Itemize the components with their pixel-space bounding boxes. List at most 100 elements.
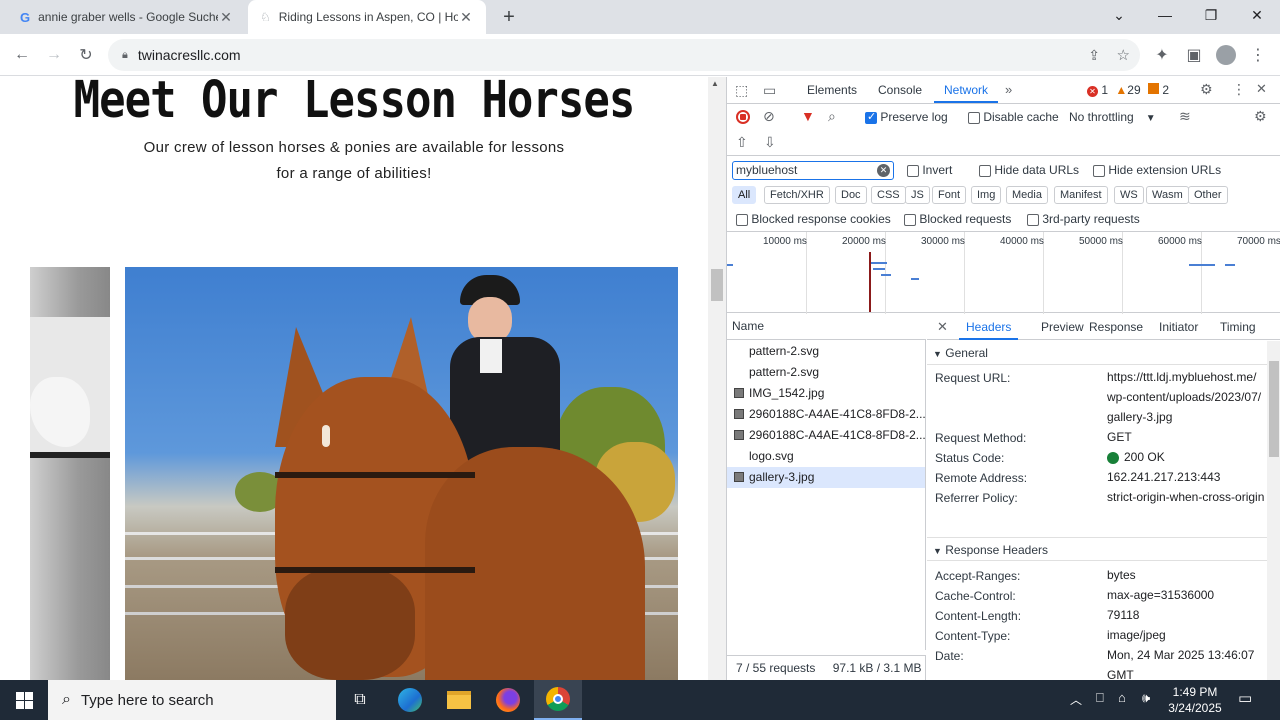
settings-gear-icon[interactable]: ⚙ xyxy=(1200,81,1213,98)
blocked-requests-checkbox[interactable]: Blocked requests xyxy=(904,212,1011,226)
general-section-header[interactable]: ▼ General xyxy=(927,341,1267,365)
type-filter-font[interactable]: Font xyxy=(932,186,967,204)
more-tabs-icon[interactable]: » xyxy=(1005,82,1012,97)
new-tab-icon[interactable]: + xyxy=(497,5,521,29)
detail-scrollbar[interactable] xyxy=(1267,341,1280,680)
chrome-icon[interactable] xyxy=(534,680,582,720)
hide-extension-urls-checkbox[interactable]: Hide extension URLs xyxy=(1093,163,1221,177)
close-devtools-icon[interactable]: ✕ xyxy=(1256,81,1267,97)
tray-device-icon[interactable]: ⎕ xyxy=(1096,690,1104,706)
browser-toolbar: ← → ↻ 🔒︎ twinacresllc.com ⇪ ☆ ✦ ▣ ⋮ xyxy=(0,34,1280,76)
filter-input[interactable]: mybluehost ✕ xyxy=(732,161,894,180)
timeline-overview[interactable]: 10000 ms 20000 ms 30000 ms 40000 ms 5000… xyxy=(727,231,1280,314)
browser-tab[interactable]: G annie graber wells - Google Suche ✕ xyxy=(8,0,246,34)
type-filter-doc[interactable]: Doc xyxy=(835,186,867,204)
share-icon[interactable]: ⇪ xyxy=(1088,47,1100,64)
tab-timing[interactable]: Timing xyxy=(1220,314,1256,340)
disable-cache-checkbox[interactable]: Disable cache xyxy=(968,110,1059,124)
hide-data-urls-checkbox[interactable]: Hide data URLs xyxy=(979,163,1079,177)
request-list-header[interactable]: Name xyxy=(727,314,926,340)
tab-initiator[interactable]: Initiator xyxy=(1159,314,1198,340)
volume-icon[interactable]: 🕪︎ xyxy=(1142,690,1150,706)
lock-icon: 🔒︎ xyxy=(122,48,128,61)
network-conditions-icon[interactable]: ≋ xyxy=(1179,108,1191,125)
type-filter-all[interactable]: All xyxy=(732,186,757,204)
blocked-response-cookies-checkbox[interactable]: Blocked response cookies xyxy=(736,212,891,226)
task-view-icon[interactable]: ⧉ xyxy=(336,680,384,720)
page-scrollbar[interactable]: ▲ xyxy=(708,77,726,680)
request-row[interactable]: logo.svg xyxy=(727,446,925,467)
search-icon[interactable]: ⌕ xyxy=(828,108,836,125)
throttling-select[interactable]: No throttling ▼ xyxy=(1069,110,1156,124)
type-filter-media[interactable]: Media xyxy=(1006,186,1048,204)
address-bar[interactable]: 🔒︎ twinacresllc.com ⇪ ☆ xyxy=(108,39,1140,71)
record-stop-icon[interactable] xyxy=(736,110,750,124)
restore-icon[interactable]: ❐ xyxy=(1188,0,1234,30)
tray-chevron-icon[interactable]: ︿ xyxy=(1070,691,1082,708)
back-icon[interactable]: ← xyxy=(9,42,35,68)
export-har-icon[interactable]: ⇩ xyxy=(764,134,776,151)
network-settings-icon[interactable]: ⚙ xyxy=(1254,108,1267,125)
request-row[interactable]: pattern-2.svg xyxy=(727,362,925,383)
profile-avatar-icon[interactable] xyxy=(1213,42,1239,68)
request-row[interactable]: pattern-2.svg xyxy=(727,341,925,362)
close-tab-icon[interactable]: ✕ xyxy=(218,9,234,26)
type-filter-manifest[interactable]: Manifest xyxy=(1054,186,1108,204)
request-row[interactable]: 2960188C-A4AE-41C8-8FD8-2... xyxy=(727,404,925,425)
menu-icon[interactable]: ⋮ xyxy=(1245,42,1271,68)
issues-counter[interactable]: ✕ 1 ▲29 2 xyxy=(1087,83,1169,97)
device-toolbar-icon[interactable]: ▭ xyxy=(763,82,776,99)
close-tab-icon[interactable]: ✕ xyxy=(458,9,474,26)
request-row[interactable]: IMG_1542.jpg xyxy=(727,383,925,404)
file-explorer-icon[interactable] xyxy=(435,680,483,720)
type-filter-img[interactable]: Img xyxy=(971,186,1002,204)
tab-response[interactable]: Response xyxy=(1089,314,1143,340)
close-window-icon[interactable]: ✕ xyxy=(1234,0,1280,30)
tab-elements[interactable]: Elements xyxy=(807,77,857,103)
tab-console[interactable]: Console xyxy=(878,77,922,103)
devtools-menu-icon[interactable]: ⋮ xyxy=(1232,81,1246,98)
request-row[interactable]: 2960188C-A4AE-41C8-8FD8-2... xyxy=(727,425,925,446)
preserve-log-checkbox[interactable]: Preserve log xyxy=(865,110,948,124)
timeline-tick: 60000 ms xyxy=(1158,236,1202,247)
side-panel-icon[interactable]: ▣ xyxy=(1181,42,1207,68)
browser-tab-active[interactable]: ♘ Riding Lessons in Aspen, CO | Horsebac… xyxy=(248,0,486,34)
windows-start-icon[interactable] xyxy=(0,680,48,720)
page-scroll-thumb[interactable] xyxy=(711,269,723,301)
tab-preview[interactable]: Preview xyxy=(1041,314,1084,340)
type-filter-fetch[interactable]: Fetch/XHR xyxy=(764,186,830,204)
scroll-up-icon[interactable]: ▲ xyxy=(711,79,719,88)
type-filter-other[interactable]: Other xyxy=(1188,186,1228,204)
horse-photo-main[interactable] xyxy=(125,267,678,680)
third-party-requests-checkbox[interactable]: 3rd-party requests xyxy=(1027,212,1140,226)
filter-icon[interactable]: ▼ xyxy=(801,108,815,124)
request-row-selected[interactable]: gallery-3.jpg xyxy=(727,467,925,488)
edge-icon[interactable] xyxy=(386,680,434,720)
minimize-icon[interactable]: — xyxy=(1142,0,1188,30)
clock[interactable]: 1:49 PM 3/24/2025 xyxy=(1160,684,1230,716)
tab-search-icon[interactable]: ⌄ xyxy=(1096,0,1142,30)
horse-photo-left[interactable] xyxy=(30,267,110,680)
clear-icon[interactable]: ⊘ xyxy=(763,108,775,125)
import-har-icon[interactable]: ⇧ xyxy=(736,134,748,151)
detail-scroll-thumb[interactable] xyxy=(1269,361,1279,457)
tab-headers[interactable]: Headers xyxy=(959,314,1019,340)
notifications-icon[interactable]: ▭ xyxy=(1238,689,1252,707)
type-filter-css[interactable]: CSS xyxy=(871,186,906,204)
tab-network[interactable]: Network xyxy=(934,77,999,103)
firefox-icon[interactable] xyxy=(484,680,532,720)
type-filter-wasm[interactable]: Wasm xyxy=(1146,186,1189,204)
taskbar-search-box[interactable]: ⌕ Type here to search xyxy=(48,680,336,720)
close-detail-icon[interactable]: ✕ xyxy=(937,319,948,335)
extensions-icon[interactable]: ✦ xyxy=(1149,42,1175,68)
response-headers-section-header[interactable]: ▼ Response Headers xyxy=(927,537,1267,561)
bookmark-star-icon[interactable]: ☆ xyxy=(1117,46,1130,64)
forward-icon[interactable]: → xyxy=(41,42,67,68)
reload-icon[interactable]: ↻ xyxy=(73,42,99,68)
invert-checkbox[interactable]: Invert xyxy=(907,163,952,177)
type-filter-ws[interactable]: WS xyxy=(1114,186,1144,204)
network-icon[interactable]: ⌂ xyxy=(1118,690,1126,705)
inspect-element-icon[interactable]: ⬚ xyxy=(735,82,748,99)
type-filter-js[interactable]: JS xyxy=(905,186,930,204)
clear-filter-icon[interactable]: ✕ xyxy=(877,164,890,177)
